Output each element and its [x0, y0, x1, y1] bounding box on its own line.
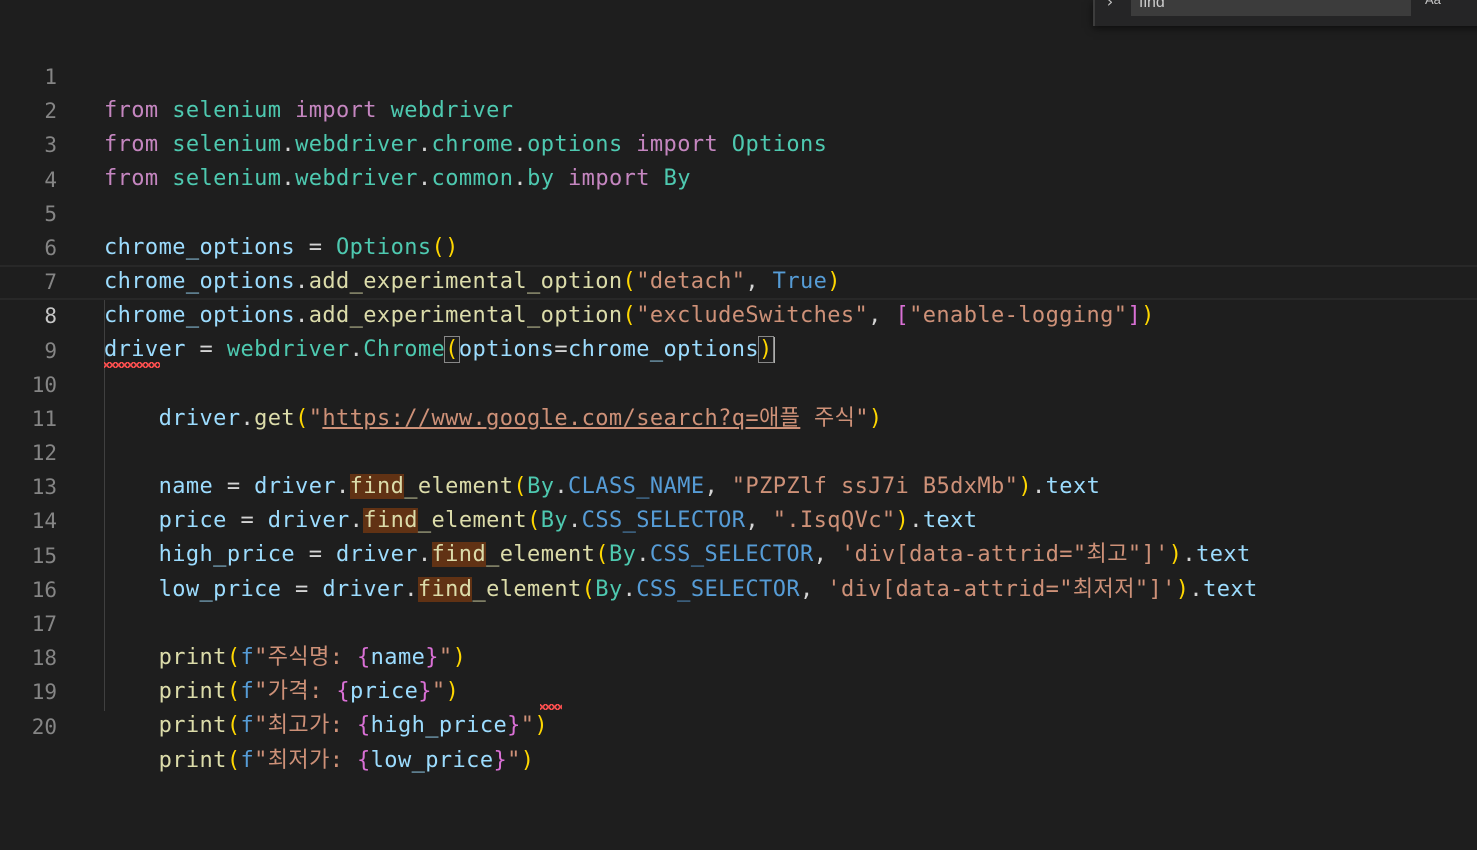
code-line[interactable]: 19 print(f"최고가: {high_price}") [0, 641, 1477, 738]
code-line[interactable]: 17 print(f"주식명: {name}") [0, 573, 1477, 670]
chevron-right-icon[interactable]: › [1105, 0, 1115, 11]
code-line[interactable]: 13 price = driver.find_element(By.CSS_SE… [0, 436, 1477, 534]
code-line[interactable]: 10 driver.get("https://www.google.com/se… [0, 334, 1477, 431]
function: print [158, 747, 227, 773]
function: print [158, 713, 227, 739]
code-line[interactable]: 4 [0, 129, 1477, 192]
code-editor[interactable]: › Aa 1 from selenium import webdriver 2 … [0, 0, 1477, 850]
variable: high_price [370, 713, 508, 739]
code-line[interactable]: 14 high_price = driver.find_element(By.C… [0, 470, 1477, 568]
code-line[interactable]: 16 [0, 539, 1477, 602]
string-prefix: f [240, 713, 255, 739]
code-line[interactable]: 6 chrome_options.add_experimental_option… [0, 197, 1477, 294]
string-prefix: f [240, 747, 255, 773]
variable: low_price [370, 747, 494, 773]
find-input[interactable] [1131, 0, 1411, 16]
code-line[interactable]: 11 [0, 368, 1477, 431]
string: " [520, 713, 535, 739]
string: " [507, 747, 521, 773]
code-line[interactable]: 1 from selenium import webdriver [0, 26, 1477, 123]
code-line[interactable]: 7 chrome_options.add_experimental_option… [0, 231, 1477, 328]
string: "최저가: [254, 747, 357, 773]
code-line-current[interactable]: 8 driver = webdriver.Chrome(options=chro… [0, 265, 1477, 364]
code-line[interactable]: 20 print(f"최저가: {low_price}") [0, 676, 1477, 773]
line-number: 20 [31, 714, 57, 739]
code-line[interactable]: 15 low_price = driver.find_element(By.CS… [0, 505, 1477, 602]
find-widget: › Aa [1093, 0, 1477, 26]
code-line[interactable]: 18 print(f"가격: {price}") [0, 607, 1477, 704]
string: "최고가: [254, 713, 357, 739]
code-line[interactable]: 9 [0, 300, 1477, 363]
code-lines: 1 from selenium import webdriver 2 from … [0, 26, 1477, 773]
code-line[interactable]: 5 chrome_options = Options() [0, 163, 1477, 260]
code-line[interactable]: 3 from selenium.webdriver.common.by impo… [0, 94, 1477, 191]
code-line[interactable]: 2 from selenium.webdriver.chrome.options… [0, 60, 1477, 157]
code-line[interactable]: 12 name = driver.find_element(By.CLASS_N… [0, 402, 1477, 500]
match-case-toggle[interactable]: Aa [1425, 0, 1441, 7]
